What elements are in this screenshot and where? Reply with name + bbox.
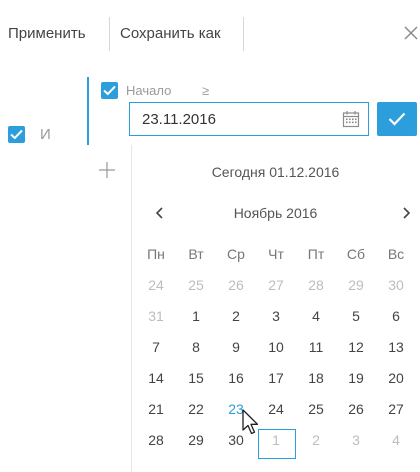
calendar-day[interactable]: 2: [296, 425, 336, 456]
calendar-day[interactable]: 2: [216, 301, 256, 332]
calendar-week-row: 24 25 26 27 28 29 30: [136, 270, 416, 301]
calendar-day[interactable]: 21: [136, 394, 176, 425]
calendar-day[interactable]: 25: [296, 394, 336, 425]
calendar-day[interactable]: 25: [176, 270, 216, 301]
weekday-label: Ср: [227, 246, 245, 262]
apply-button[interactable]: Применить: [8, 17, 86, 51]
toolbar-divider: [243, 17, 244, 51]
calendar-day[interactable]: 13: [376, 332, 416, 363]
calendar-day[interactable]: 1: [176, 301, 216, 332]
condition-checkbox[interactable]: [101, 82, 118, 99]
calendar-day[interactable]: 22: [176, 394, 216, 425]
calendar-day[interactable]: 4: [376, 425, 416, 456]
group-operator-label[interactable]: И: [40, 126, 51, 143]
calendar-day[interactable]: 15: [176, 363, 216, 394]
calendar-week-row: 28 29 30 1 2 3 4: [136, 425, 416, 459]
calendar-day[interactable]: 27: [376, 394, 416, 425]
calendar-day[interactable]: 31: [136, 301, 176, 332]
close-icon[interactable]: [402, 20, 420, 48]
calendar-week-row: 31 1 2 3 4 5 6: [136, 301, 416, 332]
weekday-label: Вт: [188, 246, 204, 262]
today-day[interactable]: 1: [256, 425, 296, 459]
weekday-header-row: Пн Вт Ср Чт Пт Сб Вс: [136, 239, 416, 270]
selected-day[interactable]: 23: [216, 394, 256, 425]
calendar-day[interactable]: 19: [336, 363, 376, 394]
toolbar-divider: [109, 17, 110, 51]
month-title[interactable]: Ноябрь 2016: [132, 205, 419, 221]
calendar-week-row: 21 22 23 24 25 26 27: [136, 394, 416, 425]
date-field[interactable]: [129, 102, 369, 136]
condition-comparison[interactable]: ≥: [202, 83, 209, 98]
calendar-day[interactable]: 30: [376, 270, 416, 301]
weekday-label: Пн: [147, 246, 165, 262]
filter-toolbar: Применить Сохранить как: [0, 0, 420, 66]
group-checkbox[interactable]: [8, 126, 25, 143]
calendar-day[interactable]: 12: [336, 332, 376, 363]
weekday-label: Чт: [268, 246, 284, 262]
calendar-day[interactable]: 24: [256, 394, 296, 425]
calendar-day[interactable]: 28: [296, 270, 336, 301]
calendar-week-row: 14 15 16 17 18 19 20: [136, 363, 416, 394]
calendar-day[interactable]: 18: [296, 363, 336, 394]
calendar-day[interactable]: 28: [136, 425, 176, 456]
calendar-day[interactable]: 29: [336, 270, 376, 301]
calendar-day[interactable]: 9: [216, 332, 256, 363]
calendar-day[interactable]: 6: [376, 301, 416, 332]
calendar-week-row: 7 8 9 10 11 12 13: [136, 332, 416, 363]
calendar-day[interactable]: 29: [176, 425, 216, 456]
calendar-day[interactable]: 7: [136, 332, 176, 363]
date-input[interactable]: [130, 103, 330, 135]
weekday-label: Пт: [307, 246, 325, 262]
condition-column-label[interactable]: Начало: [126, 83, 171, 98]
calendar-icon[interactable]: [342, 110, 360, 128]
save-as-button[interactable]: Сохранить как: [120, 17, 221, 51]
calendar-day[interactable]: 26: [336, 394, 376, 425]
next-month-icon[interactable]: [397, 203, 415, 223]
weekday-label: Сб: [346, 246, 366, 262]
check-icon: [10, 129, 23, 140]
group-bracket: [87, 77, 89, 145]
weekday-label: Вс: [387, 246, 405, 262]
check-icon: [103, 85, 116, 96]
calendar-day[interactable]: 4: [296, 301, 336, 332]
today-link[interactable]: Сегодня 01.12.2016: [132, 164, 419, 180]
calendar-day[interactable]: 5: [336, 301, 376, 332]
calendar-day[interactable]: 3: [336, 425, 376, 456]
calendar-day[interactable]: 30: [216, 425, 256, 456]
calendar-day[interactable]: 26: [216, 270, 256, 301]
checkmark-icon: [388, 112, 406, 126]
calendar-day[interactable]: 16: [216, 363, 256, 394]
calendar-day[interactable]: 14: [136, 363, 176, 394]
calendar-day[interactable]: 17: [256, 363, 296, 394]
add-condition-icon[interactable]: [97, 160, 117, 180]
calendar-day[interactable]: 3: [256, 301, 296, 332]
calendar-day[interactable]: 27: [256, 270, 296, 301]
calendar-day[interactable]: 10: [256, 332, 296, 363]
calendar-day[interactable]: 20: [376, 363, 416, 394]
calendar-day[interactable]: 24: [136, 270, 176, 301]
date-picker-popup: Сегодня 01.12.2016 Ноябрь 2016 Пн Вт Ср Чт П…: [131, 145, 420, 472]
calendar-grid: Пн Вт Ср Чт Пт Сб Вс 24 25 26 27 28 29 30 31 1 2 3 4 5 6 7 8 9 1…: [136, 239, 416, 459]
calendar-day[interactable]: 8: [176, 332, 216, 363]
apply-condition-button[interactable]: [377, 102, 417, 136]
calendar-day[interactable]: 11: [296, 332, 336, 363]
